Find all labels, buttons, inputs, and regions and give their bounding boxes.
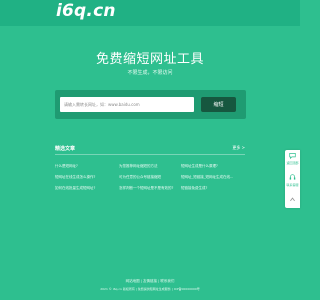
- hero-subtitle: 不限生成，不限访问: [127, 70, 173, 76]
- arrow-up-icon[interactable]: [289, 196, 296, 203]
- footer-links[interactable]: 网站地图 | 友情链接 | 联系我们: [0, 279, 300, 284]
- article-link[interactable]: 怎样判断一个短网址是不是有效的?: [119, 186, 173, 190]
- article-link[interactable]: 短网址_短链接_短网址生成在线...: [181, 175, 233, 179]
- site-logo[interactable]: i6q.cn: [56, 1, 116, 21]
- floating-side-panel: 返回顶部 联系客服: [285, 150, 300, 208]
- url-input[interactable]: [60, 97, 194, 112]
- back-to-top-button[interactable]: 返回顶部: [285, 150, 300, 170]
- shorten-button[interactable]: 缩短: [201, 97, 236, 112]
- side-item-label: 返回顶部: [286, 161, 299, 165]
- divider: [55, 154, 245, 155]
- contact-support-button[interactable]: 联系客服: [285, 172, 300, 192]
- article-link[interactable]: 短网址在线生成怎么操作?: [55, 175, 95, 179]
- featured-articles: 精选文章 更多 > 什么是短网址? 短网址在线生成怎么操作? 如何在线批量生成短…: [55, 145, 245, 195]
- chat-icon: [289, 153, 296, 159]
- articles-heading: 精选文章: [55, 146, 76, 152]
- article-link[interactable]: 可为任意的公众号链接缩短: [119, 175, 161, 179]
- article-link[interactable]: 如何在线批量生成短网址?: [55, 186, 95, 190]
- headset-icon: [289, 174, 296, 180]
- article-link[interactable]: 什么是短网址?: [55, 164, 78, 168]
- articles-more-link[interactable]: 更多 >: [232, 145, 245, 151]
- article-link[interactable]: 为您推荐网址缩短的方法: [119, 164, 158, 168]
- side-item-label: 联系客服: [286, 183, 299, 187]
- article-link[interactable]: 短网址生成是什么原理?: [181, 164, 218, 168]
- hero-title: 免费缩短网址工具: [95, 52, 204, 67]
- article-link[interactable]: 短链接免费生成?: [181, 186, 207, 190]
- footer-copyright: 2021 © i6q.cn 版权所有 | 免费提供短网址生成服务 | ICP备0…: [100, 287, 200, 291]
- top-bar: i6q.cn: [0, 0, 300, 26]
